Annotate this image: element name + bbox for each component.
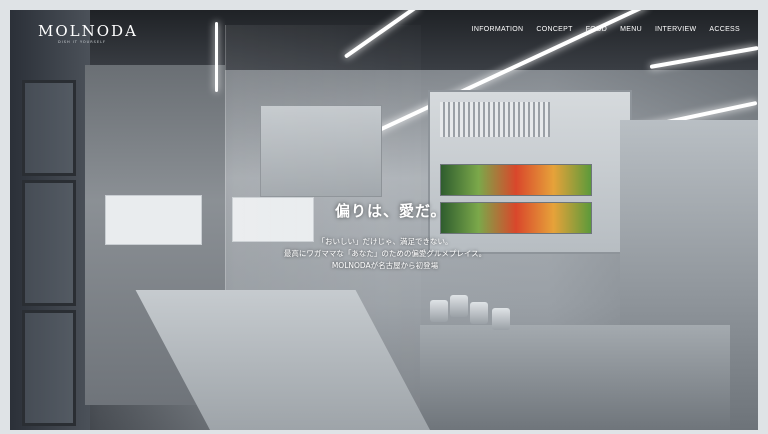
produce-shelf [440, 164, 592, 196]
left-wall [10, 10, 90, 430]
wall-sign [105, 195, 202, 245]
site-logo[interactable]: MOLNODA [38, 22, 138, 40]
nav-item-food[interactable]: FOOD [586, 26, 607, 33]
stock-pot [492, 308, 510, 330]
nav-item-information[interactable]: INFORMATION [472, 26, 524, 33]
nav-item-concept[interactable]: CONCEPT [536, 26, 572, 33]
window-frame [22, 180, 76, 306]
hero-copy-line: 最高にワガママな「あなた」のための偏愛グルメプレイス。 [283, 249, 487, 258]
window-frame [22, 80, 76, 176]
window-frame [22, 310, 76, 426]
nav-item-menu[interactable]: MENU [620, 26, 642, 33]
showcase-vent [440, 102, 550, 137]
stock-pot [430, 300, 448, 322]
hero-headline: 偏りは、愛だ。 [335, 202, 447, 220]
ceiling [90, 10, 758, 70]
hero-copy: 「おいしい」だけじゃ、満足できない。 最高にワガママな「あなた」のための偏愛グル… [260, 236, 510, 272]
ceiling-light [215, 22, 218, 92]
stock-pot [450, 295, 468, 317]
produce-shelf [440, 202, 592, 234]
nav-item-access[interactable]: ACCESS [709, 26, 740, 33]
hero-copy-line: 「おいしい」だけじゃ、満足できない。 [317, 237, 453, 246]
hero-copy-line: MOLNODAが名古屋から初登場 [331, 261, 439, 270]
refrigerated-showcase [428, 90, 632, 254]
nav-item-interview[interactable]: INTERVIEW [655, 26, 696, 33]
main-nav: INFORMATION CONCEPT FOOD MENU INTERVIEW … [472, 26, 740, 33]
logo-tagline: DISH IT YOURSELF [58, 40, 107, 44]
stock-pot [470, 302, 488, 324]
kitchen-worktop [420, 325, 730, 430]
